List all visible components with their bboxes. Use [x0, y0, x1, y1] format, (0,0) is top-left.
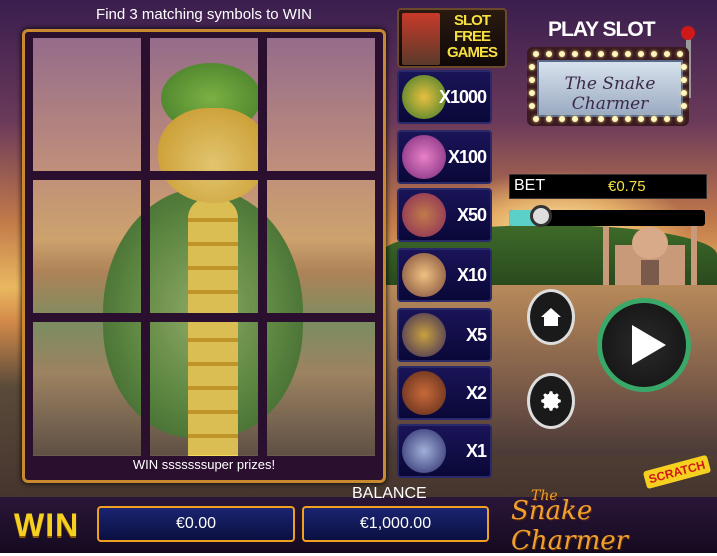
marquee-bulb	[677, 51, 683, 57]
marquee-bulb	[529, 77, 535, 83]
taj-mahal-icon	[402, 253, 446, 297]
brand-name: Snake Charmer	[511, 496, 629, 556]
win-label: WIN	[14, 507, 80, 543]
play-button[interactable]	[597, 298, 691, 392]
prize-row: X1000	[397, 70, 492, 124]
marquee-bulb	[663, 51, 670, 57]
instructions-text: Find 3 matching symbols to WIN	[96, 6, 312, 23]
bet-slider-knob[interactable]	[530, 205, 552, 227]
brand-logo: The Snake Charmer	[511, 488, 717, 556]
marquee-bulb	[529, 64, 535, 70]
dancer-icon	[402, 135, 446, 179]
scratch-cell-1[interactable]	[33, 38, 141, 171]
marquee-bulb	[559, 116, 566, 122]
marquee-bulb	[572, 51, 579, 57]
marquee-bulb	[681, 77, 687, 83]
prize-multiplier: X10	[456, 265, 487, 285]
marquee-bulb	[611, 116, 618, 122]
settings-button[interactable]	[527, 373, 575, 429]
grid-divider	[33, 313, 375, 322]
prize-multiplier: X2	[465, 383, 487, 403]
marquee-bulb	[637, 51, 644, 57]
home-button[interactable]	[527, 289, 575, 345]
bet-slider[interactable]	[509, 205, 705, 227]
genie-charmer-icon	[402, 13, 440, 65]
marquee-bulb	[598, 116, 605, 122]
bet-display: BET €0.75	[509, 174, 707, 199]
marquee-bulb	[681, 64, 687, 70]
marquee-bulb	[529, 103, 535, 109]
marquee-bulb	[650, 51, 657, 57]
basket-icon	[402, 371, 446, 415]
marquee-bulb	[546, 116, 553, 122]
marquee-bulb	[546, 51, 553, 57]
marquee-bulb	[624, 116, 631, 122]
prize-multiplier: X100	[447, 147, 487, 167]
gear-icon	[541, 391, 561, 411]
home-icon	[541, 308, 561, 326]
marquee-bulb	[598, 51, 605, 57]
prize-multiplier: SLOT FREE GAMES	[446, 12, 498, 61]
card-footer-text: WIN sssssssuper prizes!	[132, 457, 276, 472]
slot-sign-panel: The Snake Charmer	[537, 60, 683, 117]
slot-sign-text: The Snake Charmer	[564, 74, 656, 114]
prize-row: X2	[397, 366, 492, 420]
scratch-cell-5[interactable]	[150, 180, 258, 313]
lever-knob	[681, 26, 695, 40]
balance-amount: €1,000.00	[302, 506, 489, 542]
marquee-bulb	[663, 116, 670, 122]
marquee-bulb	[559, 51, 566, 57]
prize-row: X1	[397, 424, 492, 478]
balance-label: BALANCE	[352, 485, 427, 502]
monkey-icon	[402, 193, 446, 237]
marquee-bulb	[533, 51, 539, 57]
scratch-cell-4[interactable]	[33, 180, 141, 313]
brand-small: The	[531, 488, 558, 504]
scratch-cell-9[interactable]	[267, 322, 375, 455]
scratch-cell-7[interactable]	[33, 322, 141, 455]
marquee-bulb	[572, 116, 579, 122]
marquee-bulb	[611, 51, 618, 57]
scratch-cell-8[interactable]	[150, 322, 258, 455]
prize-multiplier: X1000	[438, 87, 487, 107]
marquee-bulb	[650, 116, 657, 122]
scratch-cell-6[interactable]	[267, 180, 375, 313]
marquee-bulb	[677, 116, 683, 122]
scratch-card: WIN sssssssuper prizes!	[22, 29, 386, 483]
prize-row: X10	[397, 248, 492, 302]
marquee-bulb	[585, 51, 592, 57]
marquee-bulb	[637, 116, 644, 122]
marquee-bulb	[529, 90, 535, 96]
marquee-bulb	[533, 116, 539, 122]
prize-multiplier: X5	[465, 325, 487, 345]
prize-row: X5	[397, 308, 492, 362]
play-slot-label: PLAY SLOT	[548, 18, 656, 41]
scratch-cell-2[interactable]	[150, 38, 258, 171]
prize-row: X50	[397, 188, 492, 242]
marquee-bulb	[624, 51, 631, 57]
marquee-bulb	[585, 116, 592, 122]
grid-divider	[258, 38, 267, 456]
grid-divider	[141, 38, 150, 456]
marquee-bulb	[681, 90, 687, 96]
pipe-icon	[402, 429, 446, 473]
marquee-bulb	[681, 103, 687, 109]
flute-icon	[402, 313, 446, 357]
scratch-cell-3[interactable]	[267, 38, 375, 171]
play-icon	[632, 325, 666, 365]
bet-value: €0.75	[608, 178, 646, 195]
scratch-area	[33, 38, 375, 456]
bet-label: BET	[514, 177, 546, 194]
grid-divider	[33, 171, 375, 180]
prize-multiplier: X1	[465, 441, 487, 461]
prize-row: X100	[397, 130, 492, 184]
play-slot-button[interactable]: The Snake Charmer	[527, 47, 689, 126]
prize-row: SLOT FREE GAMES	[397, 8, 507, 68]
scratch-grid	[33, 38, 375, 456]
win-amount: €0.00	[97, 506, 295, 542]
prize-multiplier: X50	[456, 205, 487, 225]
